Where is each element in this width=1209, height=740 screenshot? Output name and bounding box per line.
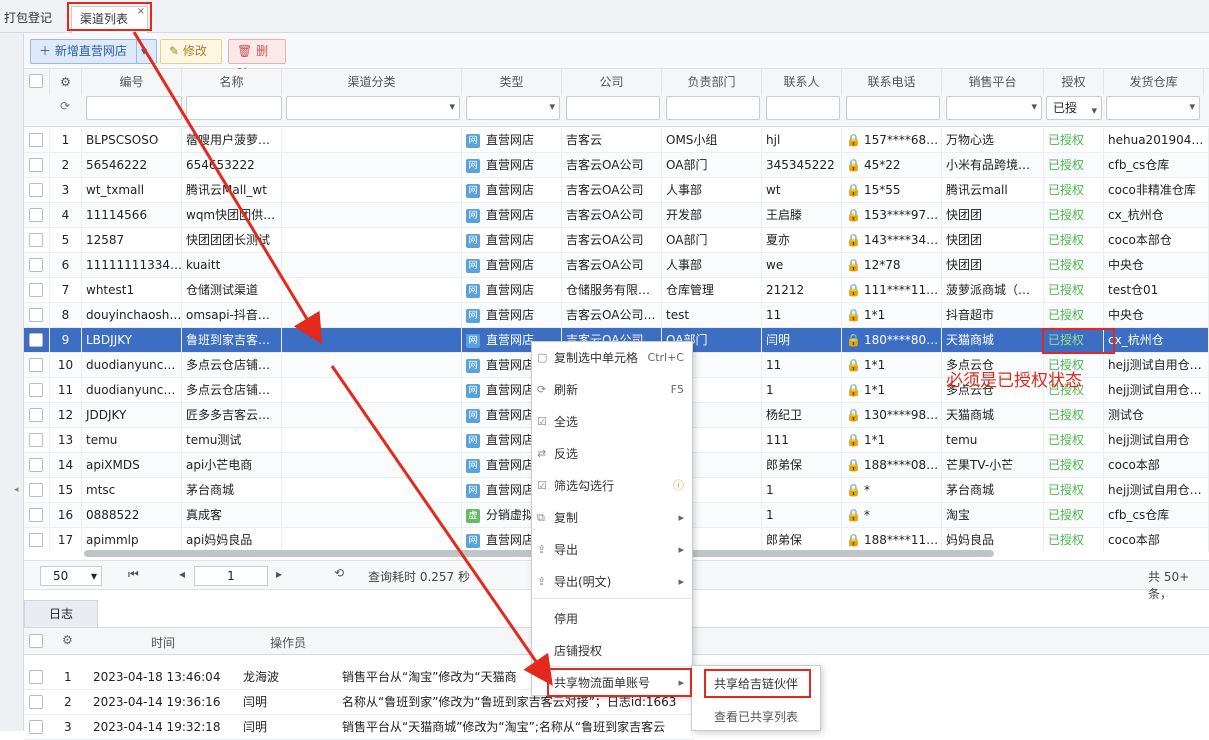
- annotation-arrows: [132, 31, 553, 686]
- arrow-tab-to-row: [132, 31, 323, 345]
- arrow-row-to-menu: [330, 365, 553, 686]
